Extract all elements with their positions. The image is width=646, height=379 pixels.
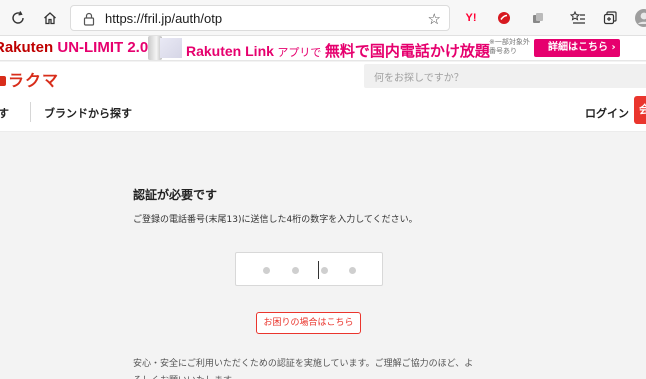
help-button[interactable]: お困りの場合はこちら xyxy=(256,312,361,334)
ad-footnote-line1: ※一部対象外 xyxy=(489,38,530,46)
address-bar[interactable]: https://fril.jp/auth/otp ☆ xyxy=(70,5,450,31)
auth-description: ご登録の電話番号(末尾13)に送信した4桁の数字を入力してください。 xyxy=(133,215,418,225)
rakuma-logo[interactable]: ラクマ xyxy=(0,67,59,91)
otp-digit-3 xyxy=(321,267,328,274)
ad-footnote-line2: 番号あり xyxy=(489,47,517,55)
logo-text: ラクマ xyxy=(8,71,60,90)
otp-digit-1 xyxy=(263,267,270,274)
browser-toolbar: https://fril.jp/auth/otp ☆ Y! xyxy=(0,0,646,36)
login-link[interactable]: ログイン xyxy=(585,105,629,121)
nav-divider xyxy=(30,102,31,122)
profile-avatar-icon[interactable] xyxy=(632,6,646,30)
home-icon[interactable] xyxy=(38,6,62,30)
ad-brand: Rakuten UN-LIMIT 2.0 xyxy=(0,39,148,56)
ad-app-suffix: アプリで xyxy=(273,46,325,59)
ad-brand-rakuten: Rakuten xyxy=(0,39,54,56)
page-title: 認証が必要です xyxy=(133,188,218,202)
refresh-icon[interactable] xyxy=(6,6,30,30)
yahoo-extension-icon[interactable]: Y! xyxy=(459,6,483,30)
otp-input[interactable] xyxy=(235,252,383,286)
ad-headline: Rakuten Link アプリで 無料で国内電話かけ放題 xyxy=(186,40,490,60)
search-input[interactable]: 何をお探しですか？ xyxy=(364,64,646,88)
logo-mark-icon xyxy=(0,76,6,86)
ad-footnote: ※一部対象外 番号あり xyxy=(489,38,530,56)
search-placeholder: 何をお探しですか？ xyxy=(374,73,464,84)
lock-icon xyxy=(83,11,95,30)
favorite-star-icon[interactable]: ☆ xyxy=(428,10,441,28)
nav-brand-link[interactable]: ブランドから探す xyxy=(44,105,132,121)
site-header: ラクマ 何をお探しですか？ す ブランドから探す ログイン 会 xyxy=(0,62,646,132)
otp-digit-2 xyxy=(292,267,299,274)
url-text: https://fril.jp/auth/otp xyxy=(105,11,223,26)
ad-brand-plan: UN-LIMIT 2.0 xyxy=(53,39,149,56)
rakuten-ad-banner[interactable]: Rakuten UN-LIMIT 2.0 Rakuten Link アプリで 無… xyxy=(0,36,646,61)
collections-icon[interactable] xyxy=(598,6,622,30)
otp-digit-4 xyxy=(349,267,356,274)
auth-notice: 安心・安全にご利用いただくための認証を実施しています。ご理解ご協力のほど、よろし… xyxy=(133,359,474,379)
ad-details-button[interactable]: 詳細はこちら › xyxy=(534,39,620,57)
security-extension-icon[interactable] xyxy=(492,6,516,30)
register-button[interactable]: 会 xyxy=(634,96,646,124)
text-cursor xyxy=(318,261,319,279)
extensions-icon[interactable] xyxy=(526,6,550,30)
ad-phone-screen-image xyxy=(160,38,182,58)
ad-headline-text: 無料で国内電話かけ放題 xyxy=(324,42,490,60)
ad-app-name: Rakuten Link xyxy=(186,43,274,59)
nav-category-link[interactable]: す xyxy=(0,105,9,121)
favorites-list-icon[interactable] xyxy=(566,6,590,30)
